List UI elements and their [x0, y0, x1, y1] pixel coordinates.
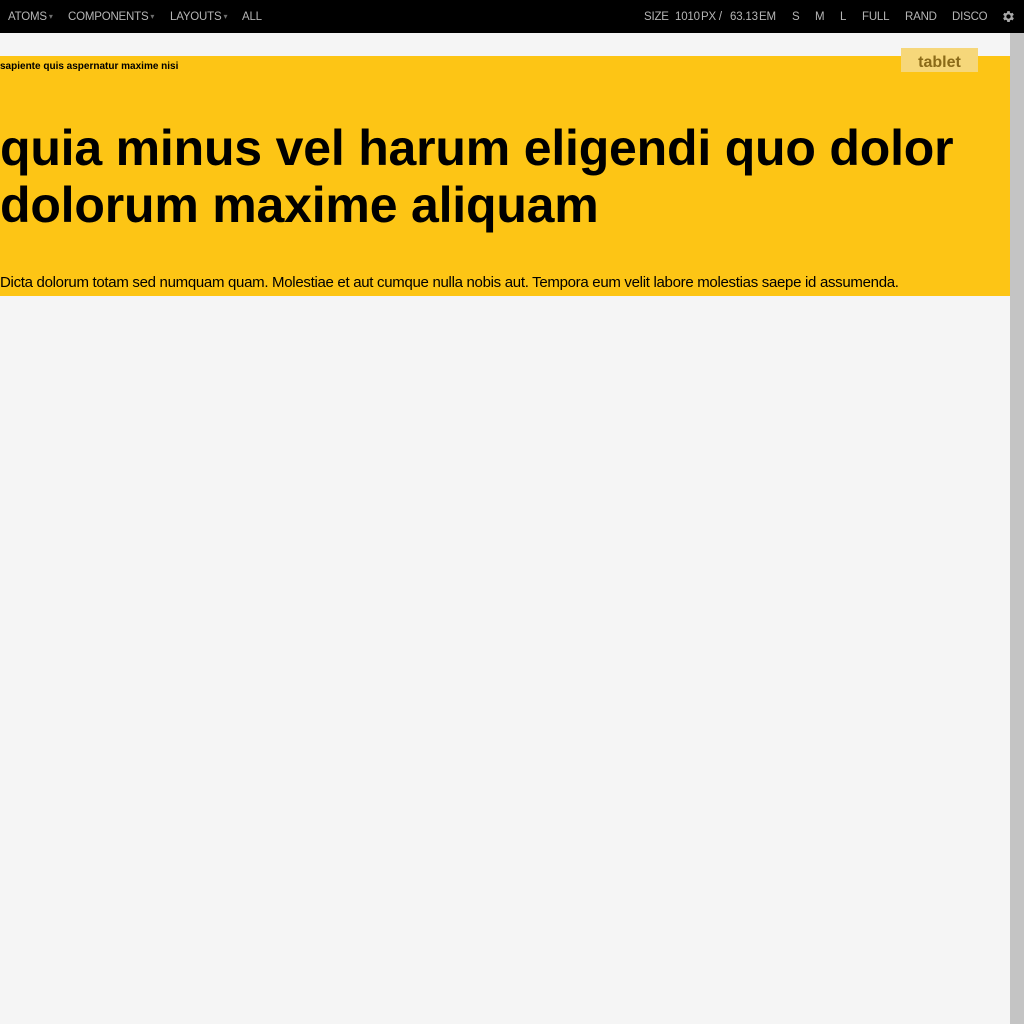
gear-icon[interactable]: [1001, 9, 1016, 24]
size-large-button[interactable]: L: [840, 11, 846, 24]
hero-headline-line-1: quia minus vel harum eligendi quo dolor: [0, 120, 954, 176]
nav-all[interactable]: ALL: [242, 11, 262, 24]
chevron-down-icon: ▾: [48, 12, 53, 21]
hero-headline: quia minus vel harum eligendi quo dolor …: [0, 120, 954, 234]
breakpoint-tag: tablet: [901, 48, 978, 72]
size-label: SIZE: [644, 11, 669, 23]
disco-mode-button[interactable]: DISCO: [952, 11, 988, 24]
nav-components[interactable]: COMPONENTS ▾: [68, 11, 154, 24]
size-full-button[interactable]: FULL: [862, 11, 890, 24]
nav-atoms[interactable]: ATOMS ▾: [8, 11, 53, 24]
hero-headline-line-2: dolorum maxime aliquam: [0, 177, 599, 233]
chevron-down-icon: ▾: [150, 12, 155, 21]
size-random-button[interactable]: RAND: [905, 11, 937, 24]
nav-components-label: COMPONENTS: [68, 11, 149, 23]
size-px-value[interactable]: 1010: [675, 11, 700, 24]
viewport-resize-handle[interactable]: [1010, 33, 1024, 1024]
size-px-unit: PX /: [701, 11, 722, 23]
size-em-unit: EM: [759, 11, 776, 23]
pattern-viewport: sapiente quis aspernatur maxime nisi qui…: [0, 33, 1010, 1024]
size-em-value[interactable]: 63.13: [730, 11, 758, 24]
hero-eyebrow: sapiente quis aspernatur maxime nisi: [0, 61, 179, 72]
hero-lede: Dicta dolorum totam sed numquam quam. Mo…: [0, 274, 899, 291]
hero-section: sapiente quis aspernatur maxime nisi qui…: [0, 56, 1010, 296]
size-medium-button[interactable]: M: [815, 11, 825, 24]
toolbar: ATOMS ▾ COMPONENTS ▾ LAYOUTS ▾ ALL SIZE 101…: [0, 0, 1024, 33]
nav-layouts[interactable]: LAYOUTS ▾: [170, 11, 227, 24]
chevron-down-icon: ▾: [223, 12, 228, 21]
nav-atoms-label: ATOMS: [8, 11, 47, 23]
size-small-button[interactable]: S: [792, 11, 800, 24]
nav-layouts-label: LAYOUTS: [170, 11, 222, 23]
nav-all-label: ALL: [242, 11, 262, 23]
